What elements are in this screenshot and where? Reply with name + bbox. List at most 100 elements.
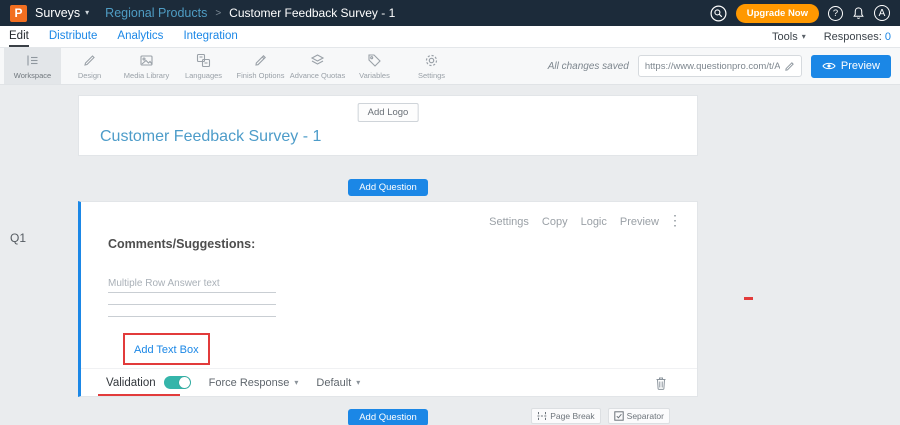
toolbar-right: All changes saved Preview	[548, 48, 900, 84]
search-icon[interactable]	[710, 5, 727, 22]
surveys-menu[interactable]: Surveys ▾	[35, 6, 89, 20]
chevron-down-icon: ▾	[294, 379, 298, 387]
validation-label: Validation	[106, 377, 156, 389]
design-icon	[82, 53, 97, 68]
tools-label: Tools	[772, 31, 798, 43]
toolbar-item-label: Variables	[359, 71, 390, 80]
toolbar-item-variables[interactable]: Variables	[346, 48, 403, 84]
question-text[interactable]: Comments/Suggestions:	[108, 237, 255, 251]
add-question-button[interactable]: Add Question	[348, 179, 428, 196]
breadcrumb-project[interactable]: Regional Products	[105, 6, 207, 20]
chevron-down-icon: ▾	[356, 379, 360, 387]
finish-options-icon	[253, 53, 268, 68]
separator-button[interactable]: Separator	[608, 408, 670, 424]
annotation-red-underline	[98, 394, 180, 396]
toolbar-item-finish-options[interactable]: Finish Options	[232, 48, 289, 84]
edit-url-pencil-icon[interactable]	[784, 61, 795, 72]
question-number-label: Q1	[10, 231, 26, 245]
languages-icon	[196, 53, 211, 68]
force-response-label: Force Response	[209, 377, 290, 389]
question-preview-link[interactable]: Preview	[620, 216, 659, 228]
question-card: Settings Copy Logic Preview ⋮ Comments/S…	[78, 201, 698, 397]
multirow-answer-area[interactable]: Multiple Row Answer text	[108, 278, 276, 317]
answer-line	[108, 305, 276, 317]
advance-quotas-icon	[310, 53, 325, 68]
responses-label: Responses:	[824, 31, 882, 43]
question-footer: Validation Force Response ▾ Default ▾	[81, 368, 697, 396]
responses-link[interactable]: Responses: 0	[824, 31, 891, 43]
toolbar-item-label: Languages	[185, 71, 222, 80]
question-actions: Settings Copy Logic Preview	[489, 216, 659, 228]
tab-analytics[interactable]: Analytics	[117, 26, 163, 47]
toolbar-item-label: Finish Options	[237, 71, 285, 80]
variables-icon	[367, 53, 382, 68]
breadcrumb-survey-name: Customer Feedback Survey - 1	[229, 6, 395, 20]
trash-icon[interactable]	[655, 376, 667, 395]
add-text-box-link[interactable]: Add Text Box	[134, 344, 199, 356]
question-settings-link[interactable]: Settings	[489, 216, 529, 228]
toolbar-item-design[interactable]: Design	[61, 48, 118, 84]
toolbar-item-advance-quotas[interactable]: Advance Quotas	[289, 48, 346, 84]
questionpro-logo[interactable]: P	[10, 5, 27, 22]
annotation-red-dash	[744, 297, 753, 300]
page-break-icon	[537, 411, 547, 421]
survey-url-box	[638, 55, 802, 77]
tools-menu[interactable]: Tools ▾	[772, 31, 806, 43]
toolbar-item-media-library[interactable]: Media Library	[118, 48, 175, 84]
gear-icon	[424, 53, 439, 68]
toolbar-item-label: Media Library	[124, 71, 169, 80]
topbar-actions: Upgrade Now ? A	[710, 4, 890, 23]
toolbar-item-label: Advance Quotas	[290, 71, 345, 80]
notifications-bell-icon[interactable]	[852, 6, 865, 20]
validation-toggle[interactable]	[164, 376, 191, 389]
kebab-menu-icon[interactable]: ⋮	[668, 213, 682, 227]
toolbar-item-label: Settings	[418, 71, 445, 80]
force-response-dropdown[interactable]: Force Response ▾	[209, 377, 299, 389]
builder-toolbar: Workspace Design Media Library Languages…	[0, 48, 900, 85]
tab-distribute[interactable]: Distribute	[49, 26, 98, 47]
annotation-red-box: Add Text Box	[123, 333, 210, 365]
survey-title[interactable]: Customer Feedback Survey - 1	[100, 128, 321, 146]
surveys-menu-label: Surveys	[35, 6, 80, 20]
eye-icon	[822, 61, 836, 71]
responses-count: 0	[885, 31, 891, 43]
tab-integration[interactable]: Integration	[183, 26, 237, 47]
add-question-row: Add Question	[78, 177, 698, 196]
default-dropdown[interactable]: Default ▾	[316, 377, 360, 389]
chevron-down-icon: ▾	[85, 9, 89, 17]
toolbar-item-workspace[interactable]: Workspace	[4, 48, 61, 84]
add-logo-button[interactable]: Add Logo	[358, 103, 419, 122]
page-break-label: Page Break	[550, 411, 594, 421]
toolbar-item-label: Design	[78, 71, 101, 80]
tab-edit[interactable]: Edit	[9, 26, 29, 47]
separator-checkbox-icon	[614, 411, 624, 421]
top-bar: P Surveys ▾ Regional Products > Customer…	[0, 0, 900, 26]
user-avatar[interactable]: A	[874, 5, 890, 21]
preview-button-label: Preview	[841, 60, 880, 72]
preview-button[interactable]: Preview	[811, 55, 891, 78]
survey-url-input[interactable]	[645, 61, 780, 72]
chevron-down-icon: ▾	[802, 33, 806, 41]
question-copy-link[interactable]: Copy	[542, 216, 568, 228]
default-dropdown-label: Default	[316, 377, 351, 389]
answer-placeholder: Multiple Row Answer text	[108, 278, 276, 293]
breadcrumb: Regional Products > Customer Feedback Su…	[105, 6, 395, 20]
toolbar-item-languages[interactable]: Languages	[175, 48, 232, 84]
question-logic-link[interactable]: Logic	[581, 216, 607, 228]
answer-line	[108, 293, 276, 305]
survey-canvas: Q1 Add Logo Customer Feedback Survey - 1…	[0, 85, 900, 425]
survey-header-card: Add Logo Customer Feedback Survey - 1	[78, 95, 698, 156]
upgrade-now-button[interactable]: Upgrade Now	[736, 4, 819, 23]
add-question-row-bottom: Add Question Page Break Separator	[78, 407, 698, 423]
main-nav: Edit Distribute Analytics Integration To…	[0, 26, 900, 48]
separator-label: Separator	[627, 411, 664, 421]
toolbar-item-label: Workspace	[14, 71, 51, 80]
breadcrumb-separator: >	[215, 8, 221, 19]
toolbar-item-settings[interactable]: Settings	[403, 48, 460, 84]
workspace-icon	[25, 53, 40, 68]
media-library-icon	[139, 53, 154, 68]
add-question-button[interactable]: Add Question	[348, 409, 428, 425]
help-icon[interactable]: ?	[828, 6, 843, 21]
page-break-button[interactable]: Page Break	[531, 408, 600, 424]
nav-right: Tools ▾ Responses: 0	[772, 31, 891, 43]
